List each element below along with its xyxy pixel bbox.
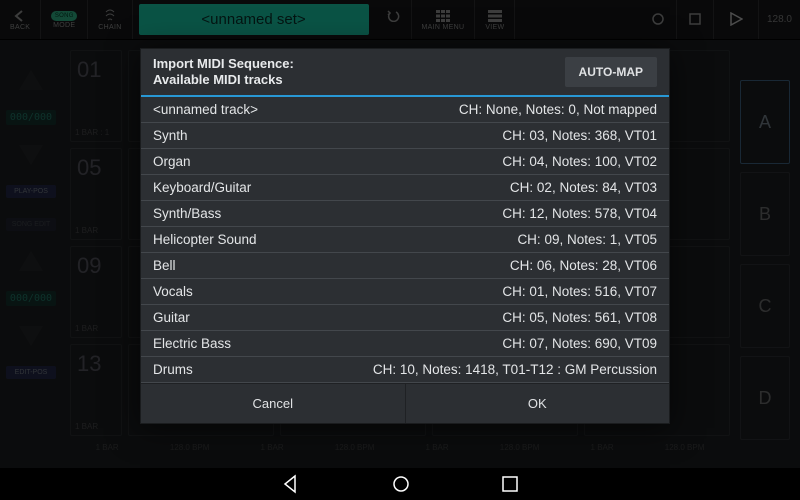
track-row[interactable]: OrganCH: 04, Notes: 100, VT02 bbox=[141, 149, 669, 175]
scroll-down-icon-2[interactable] bbox=[19, 326, 43, 346]
back-label: BACK bbox=[10, 24, 30, 31]
track-row[interactable]: BellCH: 06, Notes: 28, VT06 bbox=[141, 253, 669, 279]
bg-cell-num: 131 BAR bbox=[70, 344, 122, 436]
view-button[interactable]: VIEW bbox=[475, 0, 515, 39]
bank-a[interactable]: A bbox=[740, 80, 790, 164]
track-row[interactable]: Synth/BassCH: 12, Notes: 578, VT04 bbox=[141, 201, 669, 227]
import-midi-dialog: Import MIDI Sequence: Available MIDI tra… bbox=[140, 48, 670, 424]
scroll-down-icon[interactable] bbox=[19, 145, 43, 165]
left-sidebar: 000/000 PLAY-POS SONG EDIT 000/000 EDIT-… bbox=[6, 70, 56, 379]
nav-recent-icon[interactable] bbox=[501, 475, 519, 493]
track-row[interactable]: DrumsCH: 10, Notes: 1418, T01-T12 : GM P… bbox=[141, 357, 669, 383]
right-bank-column: A B C D bbox=[740, 80, 790, 440]
set-name-field[interactable]: <unnamed set> bbox=[139, 4, 369, 35]
undo-label bbox=[391, 24, 393, 31]
track-row[interactable]: SynthCH: 03, Notes: 368, VT01 bbox=[141, 123, 669, 149]
android-navbar bbox=[0, 468, 800, 500]
app-root: BACK SONG MODE CHAIN <unnamed set> MAIN … bbox=[0, 0, 800, 500]
main-menu-label: MAIN MENU bbox=[422, 24, 465, 31]
play-pos-label[interactable]: PLAY-POS bbox=[6, 185, 56, 198]
view-icon bbox=[487, 9, 503, 23]
bg-bpm-row: 1 BAR128.0 BPM1 BAR128.0 BPM1 BAR128.0 B… bbox=[70, 443, 730, 452]
mode-icon: SONG bbox=[51, 11, 77, 21]
bank-c[interactable]: C bbox=[740, 264, 790, 348]
scroll-up-icon[interactable] bbox=[19, 70, 43, 90]
nav-back-icon[interactable] bbox=[281, 474, 301, 494]
view-label: VIEW bbox=[485, 24, 504, 31]
auto-map-button[interactable]: AUTO-MAP bbox=[565, 57, 657, 87]
grid-icon bbox=[435, 9, 451, 23]
track-row[interactable]: Keyboard/GuitarCH: 02, Notes: 84, VT03 bbox=[141, 175, 669, 201]
dialog-title: Import MIDI Sequence: Available MIDI tra… bbox=[153, 56, 294, 89]
play-icon bbox=[728, 12, 744, 26]
undo-button[interactable] bbox=[375, 0, 412, 39]
bank-d[interactable]: D bbox=[740, 356, 790, 440]
track-row[interactable]: VocalsCH: 01, Notes: 516, VT07 bbox=[141, 279, 669, 305]
dialog-footer: Cancel OK bbox=[141, 383, 669, 423]
record-icon bbox=[650, 12, 666, 26]
main-menu-button[interactable]: MAIN MENU bbox=[412, 0, 476, 39]
bg-cell-num: 011 BAR : 1 bbox=[70, 50, 122, 142]
undo-icon bbox=[385, 9, 401, 23]
record-button[interactable] bbox=[640, 0, 677, 39]
counter-bottom: 000/000 bbox=[6, 291, 56, 306]
track-row[interactable]: <unnamed track>CH: None, Notes: 0, Not m… bbox=[141, 97, 669, 123]
back-button[interactable]: BACK bbox=[0, 0, 41, 39]
bank-b[interactable]: B bbox=[740, 172, 790, 256]
track-row[interactable]: GuitarCH: 05, Notes: 561, VT08 bbox=[141, 305, 669, 331]
stop-icon bbox=[687, 12, 703, 26]
chain-label: CHAIN bbox=[98, 24, 121, 31]
track-list: <unnamed track>CH: None, Notes: 0, Not m… bbox=[141, 97, 669, 383]
edit-pos-label[interactable]: EDIT-POS bbox=[6, 366, 56, 379]
bg-cell-num: 051 BAR bbox=[70, 148, 122, 240]
stop-button[interactable] bbox=[677, 0, 714, 39]
bpm-readout[interactable]: 128.0 bbox=[759, 0, 800, 39]
bg-cell-num: 091 BAR bbox=[70, 246, 122, 338]
song-edit-label[interactable]: SONG EDIT bbox=[6, 218, 56, 231]
back-arrow-icon bbox=[12, 9, 28, 23]
chain-icon bbox=[102, 9, 118, 23]
nav-home-icon[interactable] bbox=[391, 474, 411, 494]
mode-label: MODE bbox=[53, 22, 75, 29]
dialog-header: Import MIDI Sequence: Available MIDI tra… bbox=[141, 49, 669, 97]
cancel-button[interactable]: Cancel bbox=[141, 384, 406, 423]
ok-button[interactable]: OK bbox=[406, 384, 670, 423]
track-row[interactable]: Helicopter SoundCH: 09, Notes: 1, VT05 bbox=[141, 227, 669, 253]
chain-button[interactable]: CHAIN bbox=[88, 0, 132, 39]
toolbar: BACK SONG MODE CHAIN <unnamed set> MAIN … bbox=[0, 0, 800, 40]
track-row[interactable]: Electric BassCH: 07, Notes: 690, VT09 bbox=[141, 331, 669, 357]
mode-button[interactable]: SONG MODE bbox=[41, 0, 88, 39]
play-button[interactable] bbox=[714, 0, 759, 39]
scroll-up-icon-2[interactable] bbox=[19, 251, 43, 271]
counter-top: 000/000 bbox=[6, 110, 56, 125]
